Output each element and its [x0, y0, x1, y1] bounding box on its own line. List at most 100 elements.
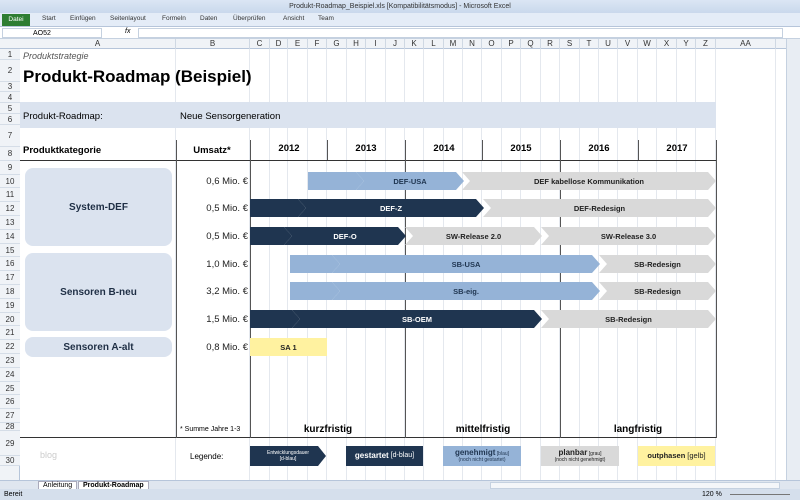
- legend-main: gestartet: [354, 451, 389, 460]
- term-short: kurzfristig: [303, 424, 353, 435]
- column-header[interactable]: B: [176, 39, 250, 49]
- horizontal-scrollbar[interactable]: [490, 482, 780, 489]
- row-header[interactable]: 25: [0, 381, 20, 396]
- row-header[interactable]: 29: [0, 431, 20, 456]
- legend-main: planbar: [558, 447, 588, 457]
- row-header[interactable]: 21: [0, 326, 20, 341]
- column-header[interactable]: T: [580, 39, 599, 49]
- subtitle: Produktstrategie: [23, 51, 89, 61]
- row-header[interactable]: 8: [0, 147, 20, 161]
- column-header[interactable]: E: [288, 39, 308, 49]
- row-header[interactable]: 20: [0, 312, 20, 327]
- column-header[interactable]: K: [405, 39, 424, 49]
- row-header[interactable]: 24: [0, 367, 20, 382]
- legend-planbar: planbar [grau] (noch nicht genehmigt): [541, 446, 619, 466]
- fx-icon[interactable]: fx: [125, 28, 130, 35]
- bar-sb-redesign: SB-Redesign: [599, 282, 716, 300]
- column-header[interactable]: D: [270, 39, 288, 49]
- row-header[interactable]: 19: [0, 298, 20, 313]
- zoom-slider[interactable]: [730, 494, 790, 495]
- column-header[interactable]: J: [386, 39, 405, 49]
- column-header[interactable]: O: [482, 39, 502, 49]
- row-header[interactable]: 13: [0, 216, 20, 230]
- year-2015: 2015: [510, 143, 532, 154]
- vertical-scrollbar[interactable]: [786, 39, 800, 480]
- roadmap-label: Produkt-Roadmap:: [23, 111, 103, 122]
- column-header[interactable]: X: [657, 39, 677, 49]
- row-header[interactable]: 10: [0, 174, 20, 189]
- row-header[interactable]: 26: [0, 395, 20, 410]
- legend-entwicklungsdauer: Entwicklungsdauer [d-blau]: [250, 446, 326, 466]
- column-header[interactable]: L: [424, 39, 444, 49]
- row-header[interactable]: 12: [0, 202, 20, 216]
- year-2017: 2017: [666, 143, 688, 154]
- year-2014: 2014: [433, 143, 455, 154]
- tab-ueberpruefen[interactable]: Überprüfen: [233, 15, 266, 22]
- row-header[interactable]: 16: [0, 257, 20, 272]
- bar-arrow: [290, 255, 340, 273]
- column-header[interactable]: I: [366, 39, 386, 49]
- row-header[interactable]: 28: [0, 423, 20, 431]
- column-header[interactable]: AA: [716, 39, 776, 49]
- legend-sub: [d-blau]: [390, 452, 415, 459]
- column-header[interactable]: F: [308, 39, 327, 49]
- zoom-level[interactable]: 120 %: [702, 489, 722, 500]
- row-header[interactable]: 22: [0, 340, 20, 354]
- row-header[interactable]: 5: [0, 103, 20, 114]
- tab-datei[interactable]: Datei: [2, 14, 30, 26]
- column-header[interactable]: Y: [677, 39, 696, 49]
- revenue: 1,5 Mio. €: [206, 314, 248, 325]
- bar-sb-oem: SB-OEM: [292, 310, 542, 328]
- bar-def-kabellos: DEF kabellose Kommunikation: [462, 172, 716, 190]
- column-header[interactable]: N: [463, 39, 482, 49]
- revenue: 0,6 Mio. €: [206, 176, 248, 187]
- bar-sb-redesign: SB-Redesign: [599, 255, 716, 273]
- formula-input[interactable]: [138, 28, 783, 38]
- row-header[interactable]: 6: [0, 114, 20, 125]
- row-header[interactable]: 15: [0, 243, 20, 258]
- column-header[interactable]: A: [20, 39, 176, 49]
- row-header[interactable]: 30: [0, 456, 20, 466]
- tab-daten[interactable]: Daten: [200, 15, 217, 22]
- status-bar: Bereit 120 %: [0, 489, 800, 500]
- row-header[interactable]: 9: [0, 160, 20, 175]
- row-header[interactable]: 4: [0, 92, 20, 103]
- column-header[interactable]: H: [347, 39, 366, 49]
- row-header[interactable]: 14: [0, 229, 20, 244]
- column-header[interactable]: P: [502, 39, 521, 49]
- column-header[interactable]: S: [560, 39, 580, 49]
- row-header[interactable]: 17: [0, 271, 20, 285]
- column-header[interactable]: W: [638, 39, 657, 49]
- column-header[interactable]: R: [541, 39, 560, 49]
- column-header[interactable]: U: [599, 39, 618, 49]
- footer-divider: [20, 437, 716, 438]
- row-header[interactable]: 2: [0, 60, 20, 82]
- bar-def-o: DEF-O: [284, 227, 406, 245]
- column-header[interactable]: M: [444, 39, 463, 49]
- tab-start[interactable]: Start: [42, 15, 56, 22]
- name-box[interactable]: AO52: [2, 28, 102, 38]
- column-headers: A B C D E F G H I J K L M N O P Q R S T U V W X Y Z AA: [0, 39, 786, 49]
- row-header[interactable]: 18: [0, 285, 20, 299]
- ribbon-tabs: Datei Start Einfügen Seitenlayout Formel…: [0, 13, 800, 27]
- tab-team[interactable]: Team: [318, 15, 334, 22]
- legend-genehmigt: genehmigt [blau] (noch nicht gestartet): [443, 446, 521, 466]
- tab-seitenlayout[interactable]: Seitenlayout: [110, 15, 146, 22]
- row-header[interactable]: 23: [0, 354, 20, 368]
- column-header[interactable]: V: [618, 39, 638, 49]
- row-header[interactable]: 27: [0, 409, 20, 423]
- tab-formeln[interactable]: Formeln: [162, 15, 186, 22]
- divider: [250, 140, 251, 438]
- legend-main: genehmigt: [454, 447, 496, 457]
- tab-ansicht[interactable]: Ansicht: [283, 15, 304, 22]
- column-header[interactable]: Z: [696, 39, 716, 49]
- row-header[interactable]: 7: [0, 125, 20, 147]
- column-header[interactable]: C: [250, 39, 270, 49]
- tab-einfuegen[interactable]: Einfügen: [70, 15, 96, 22]
- row-header[interactable]: 11: [0, 188, 20, 203]
- column-header[interactable]: Q: [521, 39, 541, 49]
- row-header[interactable]: 3: [0, 82, 20, 92]
- column-header[interactable]: G: [327, 39, 347, 49]
- page-title: Produkt-Roadmap (Beispiel): [23, 67, 252, 86]
- row-header[interactable]: 1: [0, 49, 20, 60]
